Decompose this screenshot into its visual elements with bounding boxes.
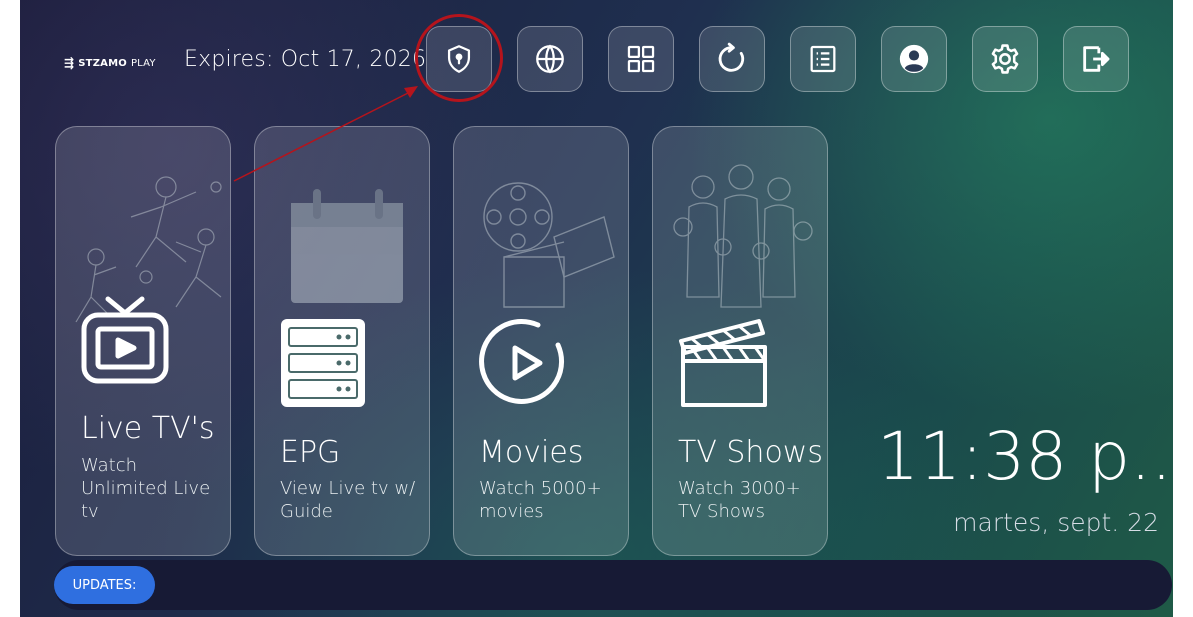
account-button[interactable] bbox=[881, 26, 947, 92]
logo-suffix-text: PLAY bbox=[130, 57, 156, 69]
card-subtitle: Watch Unlimited Live tv bbox=[81, 455, 211, 522]
logo-mark-icon: ⇶ bbox=[64, 56, 75, 70]
logout-button[interactable] bbox=[1063, 26, 1129, 92]
card-movies[interactable]: Movies Watch 5000+ movies bbox=[453, 126, 629, 556]
refresh-icon bbox=[718, 42, 745, 72]
language-button[interactable] bbox=[517, 26, 583, 92]
card-live-tv[interactable]: Live TV's Watch Unlimited Live tv bbox=[55, 126, 231, 556]
tv-play-icon bbox=[81, 296, 169, 384]
card-tv-shows[interactable]: TV Shows Watch 3000+ TV Shows bbox=[652, 126, 828, 556]
apps-grid-button[interactable] bbox=[608, 26, 674, 92]
film-reel-illustration bbox=[483, 182, 615, 308]
subscription-expiry: Expires: Oct 17, 2026 bbox=[184, 47, 427, 72]
card-title: EPG bbox=[280, 435, 341, 470]
updates-button[interactable]: UPDATES: bbox=[54, 566, 155, 604]
calendar-illustration bbox=[291, 189, 403, 303]
settings-button[interactable] bbox=[972, 26, 1038, 92]
user-icon bbox=[899, 44, 929, 74]
card-subtitle: View Live tv w/ Guide bbox=[280, 478, 416, 522]
clapperboard-icon bbox=[679, 319, 767, 407]
vpn-shield-button[interactable] bbox=[426, 26, 492, 92]
card-subtitle: Watch 5000+ movies bbox=[479, 478, 602, 522]
updates-ticker: UPDATES: bbox=[54, 560, 1172, 610]
clock-time: 11:38 p.... bbox=[877, 418, 1173, 495]
card-title: Movies bbox=[479, 435, 584, 470]
globe-icon bbox=[536, 44, 564, 74]
brand-logo: ⇶ STZAMO PLAY bbox=[64, 56, 156, 70]
list-icon bbox=[810, 45, 836, 73]
card-title: TV Shows bbox=[678, 435, 823, 470]
shield-keyhole-icon bbox=[447, 45, 471, 73]
grid-icon bbox=[627, 45, 655, 73]
gear-icon bbox=[991, 44, 1019, 74]
card-epg[interactable]: EPG View Live tv w/ Guide bbox=[254, 126, 430, 556]
logout-icon bbox=[1083, 46, 1110, 72]
cast-illustration bbox=[673, 164, 813, 308]
app-screen: ⇶ STZAMO PLAY Expires: Oct 17, 2026 Live… bbox=[20, 0, 1173, 617]
server-guide-icon bbox=[281, 319, 365, 407]
card-subtitle: Watch 3000+ TV Shows bbox=[678, 478, 801, 522]
card-title: Live TV's bbox=[81, 411, 215, 446]
list-button[interactable] bbox=[790, 26, 856, 92]
play-circle-icon bbox=[479, 318, 565, 404]
logo-brand-text: STZAMO bbox=[78, 57, 127, 69]
clock-date: martes, sept. 22 bbox=[953, 508, 1159, 537]
refresh-button[interactable] bbox=[699, 26, 765, 92]
